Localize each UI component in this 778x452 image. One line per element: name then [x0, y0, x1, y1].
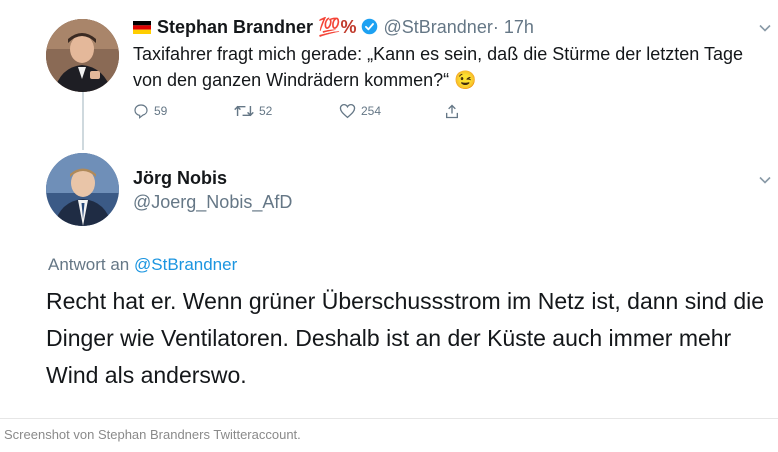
reply-context: Antwort an @StBrandner: [48, 254, 237, 276]
tweet1-header: Stephan Brandner 💯% @StBrandner· 17h: [133, 16, 534, 38]
tweet2-text: Recht hat er. Wenn grüner Überschussstro…: [46, 288, 765, 388]
tweet1-text: Taxifahrer fragt mich gerade: „Kann es s…: [133, 44, 743, 90]
reply-mention-link[interactable]: @StBrandner: [134, 255, 237, 274]
thread-connector: [82, 92, 84, 150]
reply-prefix: Antwort an: [48, 255, 130, 274]
german-flag-icon: [133, 17, 151, 34]
tweet2-handle[interactable]: @Joerg_Nobis_AfD: [133, 191, 292, 213]
like-count: 254: [361, 104, 382, 118]
chevron-down-icon[interactable]: [758, 173, 772, 187]
hundred-badge: 💯%: [318, 17, 357, 37]
tweet1-handle[interactable]: @StBrandner: [384, 17, 493, 37]
stephan-brandner-avatar[interactable]: [46, 19, 119, 92]
tweet1-text-block: Taxifahrer fragt mich gerade: „Kann es s…: [133, 41, 773, 93]
image-caption: Screenshot von Stephan Brandners Twitter…: [4, 427, 301, 442]
tweet1-time[interactable]: · 17h: [493, 17, 534, 37]
share-icon: [446, 104, 458, 119]
reply-icon: [134, 104, 148, 119]
like-action[interactable]: 254: [339, 103, 381, 119]
tweet2-author-name[interactable]: Jörg Nobis: [133, 167, 227, 189]
joerg-nobis-avatar[interactable]: [46, 153, 119, 226]
retweet-action[interactable]: 52: [234, 103, 272, 119]
retweet-count: 52: [259, 104, 273, 118]
retweet-icon: [234, 105, 254, 117]
winking-emoji: 😉: [454, 70, 477, 90]
caption-divider: [0, 418, 778, 419]
chevron-down-icon[interactable]: [758, 21, 772, 35]
verified-badge-icon: [361, 18, 378, 35]
reply-action[interactable]: 59: [133, 103, 167, 119]
like-icon: [339, 103, 356, 119]
tweet1-author-name[interactable]: Stephan Brandner: [157, 17, 313, 37]
share-action[interactable]: [444, 103, 460, 120]
reply-count: 59: [154, 104, 168, 118]
